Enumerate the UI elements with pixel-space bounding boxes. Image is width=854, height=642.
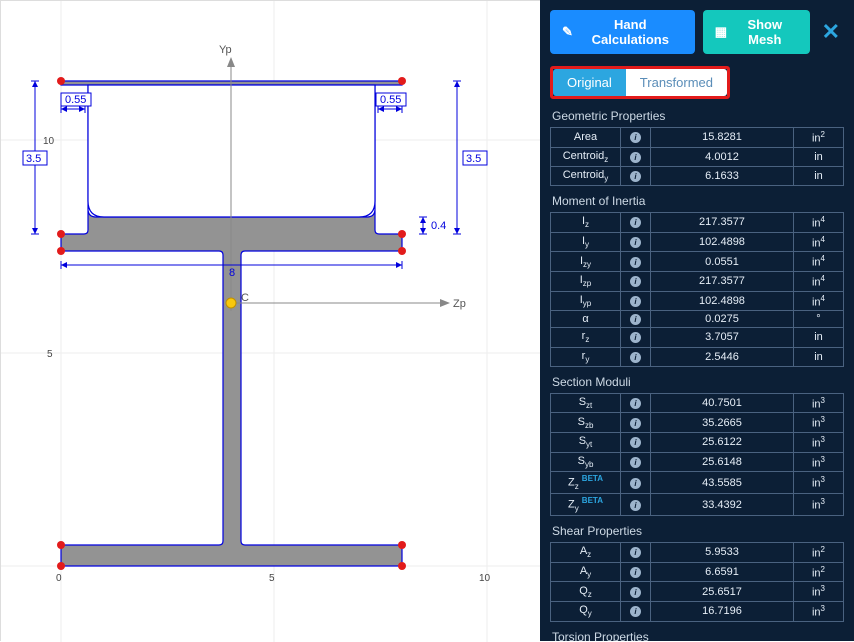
- tab-original[interactable]: Original: [553, 69, 626, 96]
- shear-table: Azi5.9533in2Ayi6.6591in2Qzi25.6517in3Qyi…: [550, 542, 844, 622]
- table-row: ryi2.5446in: [551, 347, 844, 366]
- tick-y5: 5: [47, 349, 53, 360]
- svg-text:0.55: 0.55: [65, 94, 86, 106]
- svg-text:3.5: 3.5: [466, 153, 481, 165]
- grid-icon: ▦: [715, 24, 727, 40]
- geometric-title: Geometric Properties: [552, 109, 844, 123]
- tick-x0: 0: [56, 573, 62, 584]
- tab-group-highlight: Original Transformed: [550, 66, 730, 99]
- tab-transformed[interactable]: Transformed: [626, 69, 727, 96]
- table-row: Zz BETAi43.5585in3: [551, 472, 844, 494]
- info-icon[interactable]: i: [630, 132, 641, 143]
- svg-text:0.4: 0.4: [431, 220, 446, 232]
- table-row: Azi5.9533in2: [551, 543, 844, 563]
- info-icon[interactable]: i: [630, 257, 641, 268]
- geometric-table: Areai15.8281in2Centroidzi4.0012inCentroi…: [550, 127, 844, 186]
- tick-y10: 10: [43, 136, 55, 147]
- pencil-icon: ✎: [562, 24, 573, 40]
- moment-title: Moment of Inertia: [552, 194, 844, 208]
- dim-0p4: 0.4: [419, 217, 446, 234]
- axis-zp-label: Zp: [453, 298, 466, 310]
- hand-calculations-button[interactable]: ✎ Hand Calculations: [550, 10, 695, 54]
- table-row: Zy BETAi33.4392in3: [551, 494, 844, 516]
- info-icon[interactable]: i: [630, 314, 641, 325]
- info-icon[interactable]: i: [630, 418, 641, 429]
- info-icon[interactable]: i: [630, 457, 641, 468]
- info-icon[interactable]: i: [630, 237, 641, 248]
- moment-table: Izi217.3577in4Iyi102.4898in4Izyi0.0551in…: [550, 212, 844, 367]
- info-icon[interactable]: i: [630, 547, 641, 558]
- properties-panel: ✎ Hand Calculations ▦ Show Mesh ✕ Origin…: [540, 0, 854, 641]
- table-row: Izpi217.3577in4: [551, 272, 844, 292]
- section-canvas[interactable]: 0 5 10 5 10 Yp Zp C 0.55 0.55: [0, 0, 540, 641]
- moduli-title: Section Moduli: [552, 375, 844, 389]
- table-row: Szti40.7501in3: [551, 393, 844, 413]
- hand-calc-label: Hand Calculations: [578, 17, 683, 47]
- table-row: Izyi0.0551in4: [551, 252, 844, 272]
- show-mesh-button[interactable]: ▦ Show Mesh: [703, 10, 810, 54]
- info-icon[interactable]: i: [630, 587, 641, 598]
- table-row: Szbi35.2665in3: [551, 413, 844, 433]
- table-row: Qzi25.6517in3: [551, 582, 844, 602]
- info-icon[interactable]: i: [630, 217, 641, 228]
- tick-x5: 5: [269, 573, 275, 584]
- info-icon[interactable]: i: [630, 152, 641, 163]
- table-row: Iypi102.4898in4: [551, 291, 844, 311]
- close-icon[interactable]: ✕: [818, 19, 844, 45]
- table-row: αi0.0275°: [551, 311, 844, 328]
- table-row: rzi3.7057in: [551, 328, 844, 347]
- shear-title: Shear Properties: [552, 524, 844, 538]
- info-icon[interactable]: i: [630, 478, 641, 489]
- info-icon[interactable]: i: [630, 171, 641, 182]
- table-row: Areai15.8281in2: [551, 128, 844, 148]
- torsion-title: Torsion Properties: [552, 630, 844, 641]
- table-row: Syti25.6122in3: [551, 433, 844, 453]
- info-icon[interactable]: i: [630, 276, 641, 287]
- info-icon[interactable]: i: [630, 296, 641, 307]
- info-icon[interactable]: i: [630, 500, 641, 511]
- svg-text:8: 8: [229, 267, 235, 279]
- table-row: Iyi102.4898in4: [551, 232, 844, 252]
- table-row: Centroidyi6.1633in: [551, 166, 844, 185]
- centroid-marker: [226, 298, 236, 308]
- info-icon[interactable]: i: [630, 606, 641, 617]
- info-icon[interactable]: i: [630, 437, 641, 448]
- svg-text:0.55: 0.55: [380, 94, 401, 106]
- table-row: Qyi16.7196in3: [551, 601, 844, 621]
- moduli-table: Szti40.7501in3Szbi35.2665in3Syti25.6122i…: [550, 393, 844, 516]
- info-icon[interactable]: i: [630, 352, 641, 363]
- show-mesh-label: Show Mesh: [732, 17, 798, 47]
- centroid-label: C: [241, 292, 249, 304]
- table-row: Sybi25.6148in3: [551, 452, 844, 472]
- axis-yp-label: Yp: [219, 44, 232, 56]
- info-icon[interactable]: i: [630, 332, 641, 343]
- info-icon[interactable]: i: [630, 567, 641, 578]
- table-row: Izi217.3577in4: [551, 213, 844, 233]
- table-row: Ayi6.6591in2: [551, 562, 844, 582]
- tick-x10: 10: [479, 573, 491, 584]
- info-icon[interactable]: i: [630, 398, 641, 409]
- svg-text:3.5: 3.5: [26, 153, 41, 165]
- table-row: Centroidzi4.0012in: [551, 147, 844, 166]
